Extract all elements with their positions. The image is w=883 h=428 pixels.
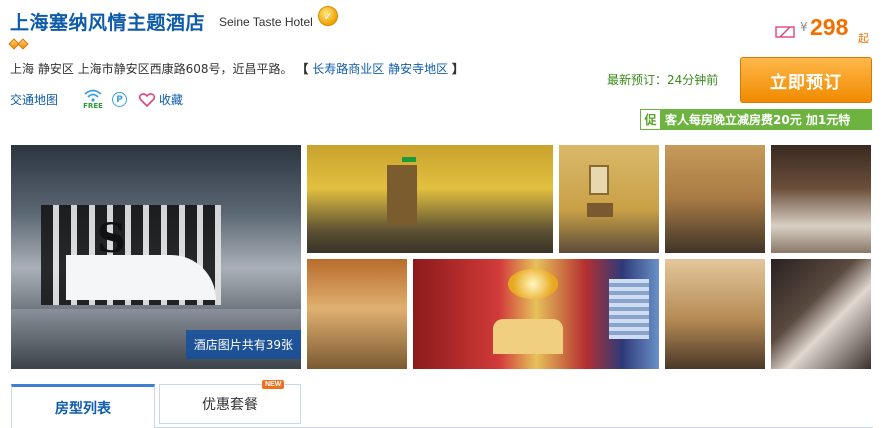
recent-order-time: 最新预订：24分钟前 — [607, 73, 719, 87]
hotel-name: 上海塞纳风情主题酒店 — [10, 12, 206, 34]
area-link-jingan[interactable]: 静安寺地区 — [388, 62, 448, 76]
hotel-photo-lobby[interactable] — [665, 145, 765, 253]
price-suffix: 起 — [858, 32, 869, 45]
price-currency: ¥ — [800, 20, 808, 34]
photo-sofa — [493, 319, 563, 354]
wifi-free-label: FREE — [83, 102, 103, 110]
photo-wall-art — [589, 165, 609, 195]
main-hotel-photo[interactable]: S 酒店图片共有39张 — [11, 145, 301, 369]
hotel-english-name: Seine Taste Hotel — [219, 15, 313, 29]
hotel-photo-room-wood[interactable] — [665, 259, 765, 369]
photo-exit-sign — [402, 157, 416, 162]
medal-icon: ✓ — [318, 6, 338, 26]
new-badge: NEW — [262, 380, 285, 389]
diamond-rating — [8, 38, 29, 50]
promo-text: 客人每房晚立减房费20元 加1元特 — [665, 113, 851, 127]
parking-icon: P — [112, 92, 128, 107]
tab-room-list[interactable]: 房型列表 — [11, 384, 155, 428]
wifi-icon — [84, 89, 102, 102]
price-value: 298 — [810, 14, 849, 40]
map-link[interactable]: 交通地图 — [10, 91, 58, 108]
hotel-photo-corridor[interactable] — [307, 145, 553, 253]
favorite-link[interactable]: 收藏 — [159, 91, 183, 108]
address-text: 上海 静安区 上海市静安区西康路608号，近昌平路。 — [10, 62, 293, 76]
promo-tag: 促 — [640, 109, 661, 130]
hotel-address: 上海 静安区 上海市静安区西康路608号，近昌平路。 【 长寿路商业区 静安寺地… — [10, 60, 464, 77]
ticket-icon — [775, 26, 795, 38]
photo-sign-letter: S — [97, 215, 126, 262]
photo-chandelier — [508, 269, 558, 299]
hotel-photo-themed-room[interactable] — [413, 259, 659, 369]
photo-bridge-mural — [609, 279, 649, 339]
photo-table — [587, 203, 613, 217]
promo-banner[interactable]: 促 客人每房晚立减房费20元 加1元特 — [640, 109, 872, 130]
hotel-photo-room-secret[interactable] — [771, 259, 871, 369]
tab-deals[interactable]: 优惠套餐 — [159, 384, 301, 424]
hotel-actions: 交通地图 FREE P 收藏 — [10, 89, 183, 110]
hotel-photo-room-canopy[interactable] — [307, 259, 407, 369]
bracket-close: 】 — [451, 62, 464, 76]
book-now-button[interactable]: 立即预订 — [740, 57, 872, 103]
photo-count-badge[interactable]: 酒店图片共有39张 — [185, 330, 301, 359]
area-link-changshou[interactable]: 长寿路商业区 — [312, 62, 384, 76]
photo-door — [387, 165, 417, 225]
wifi-amenity: FREE — [82, 89, 104, 110]
diamond-icon — [17, 38, 29, 50]
hotel-photo-lounge[interactable] — [771, 145, 871, 253]
heart-icon[interactable] — [139, 92, 156, 107]
photo-reception-counter — [66, 255, 216, 300]
hotel-photo-hallway[interactable] — [559, 145, 659, 253]
bracket-open: 【 — [296, 62, 309, 76]
